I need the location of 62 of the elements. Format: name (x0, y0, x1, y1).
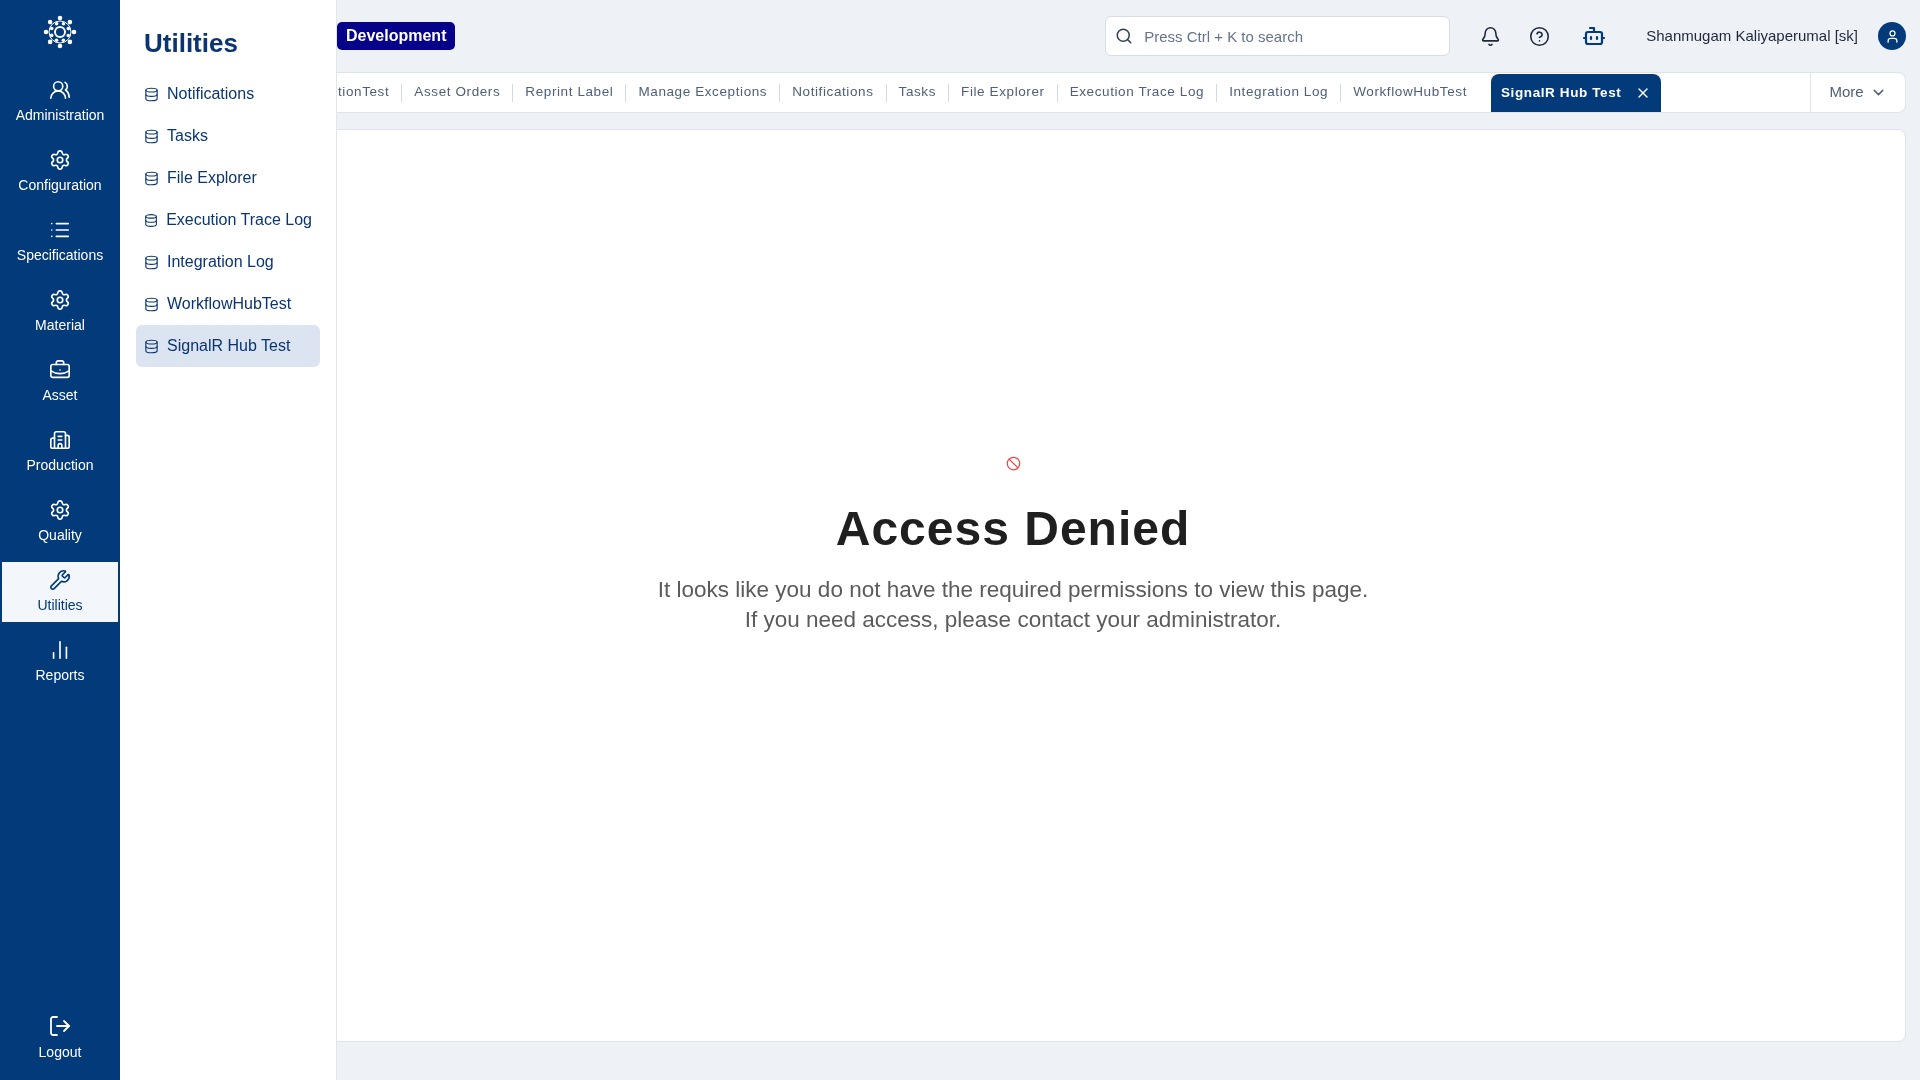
database-icon (144, 86, 159, 102)
user-name: Shanmugam Kaliyaperumal [sk] (1646, 25, 1858, 46)
message-text: If you need access, please contact your administrator. (744, 606, 1282, 634)
nav-item[interactable]: Quality (2, 492, 118, 552)
help-button[interactable] (1529, 25, 1551, 47)
gear-icon (49, 498, 71, 521)
nav-item[interactable]: Administration (2, 72, 118, 132)
tab[interactable]: Manage Exceptions (626, 73, 780, 112)
nav-item[interactable]: Specifications (2, 212, 118, 272)
assistant-bot-button[interactable] (1582, 24, 1607, 48)
database-icon (144, 170, 159, 186)
help-icon (1529, 25, 1551, 47)
message-text: It looks like you do not have the required permissions to view this page. (657, 576, 1369, 604)
submenu-item[interactable]: Integration Log (136, 241, 320, 283)
environment-badge: Development (337, 22, 456, 50)
submenu-item[interactable]: File Explorer (136, 157, 320, 199)
access-denied-title: Access Denied (835, 501, 1191, 557)
nav-item[interactable]: Configuration (2, 142, 118, 202)
submenu-item[interactable]: SignalR Hub Test (136, 325, 320, 367)
database-icon (144, 212, 159, 228)
denied-icon (1005, 456, 1021, 471)
logout-button[interactable]: Logout (38, 1008, 82, 1068)
search-icon (1115, 27, 1134, 45)
tab[interactable]: File Explorer (949, 73, 1057, 112)
submenu-item[interactable]: WorkflowHubTest (136, 283, 320, 325)
user-icon (1884, 28, 1900, 44)
robot-icon (1582, 24, 1607, 48)
nav-item[interactable]: Reports (2, 632, 118, 692)
submenu-item[interactable]: Notifications (136, 73, 320, 115)
wrench-icon (49, 568, 71, 591)
tab[interactable]: SignalR Hub Test (1491, 73, 1662, 112)
nav-item[interactable]: Utilities (2, 562, 118, 622)
submenu-item[interactable]: Execution Trace Log (136, 199, 320, 241)
database-icon (144, 296, 159, 312)
more-button[interactable]: More (1810, 73, 1905, 112)
nav-item[interactable]: Material (2, 282, 118, 342)
tab[interactable]: Notifications (780, 73, 886, 112)
tab[interactable]: Integration Log (1217, 73, 1341, 112)
database-icon (144, 338, 159, 354)
briefcase-icon (49, 358, 71, 381)
tab[interactable]: Asset Orders (402, 73, 513, 112)
logout-icon (48, 1013, 72, 1038)
search-field[interactable]: Press Ctrl + K to search (1105, 16, 1451, 56)
tab[interactable]: Reprint Label (513, 73, 626, 112)
building-icon (49, 428, 71, 451)
nav-item[interactable]: Production (2, 422, 118, 482)
notifications-button[interactable] (1480, 25, 1502, 47)
tab[interactable]: tionTest (338, 73, 402, 112)
gear-icon (49, 148, 71, 171)
database-icon (144, 128, 159, 144)
submenu-item[interactable]: Tasks (136, 115, 320, 157)
users-icon (49, 78, 71, 101)
database-icon (144, 254, 159, 270)
avatar-button[interactable] (1878, 22, 1906, 50)
tab[interactable]: Execution Trace Log (1057, 73, 1217, 112)
nav-item[interactable]: Asset (2, 352, 118, 412)
submenu-title: Utilities (143, 27, 239, 60)
logo-icon (42, 14, 78, 50)
tab[interactable]: WorkflowHubTest (1341, 73, 1479, 112)
gear-icon (49, 288, 71, 311)
tab[interactable]: Tasks (886, 73, 949, 112)
bell-icon (1480, 25, 1502, 47)
